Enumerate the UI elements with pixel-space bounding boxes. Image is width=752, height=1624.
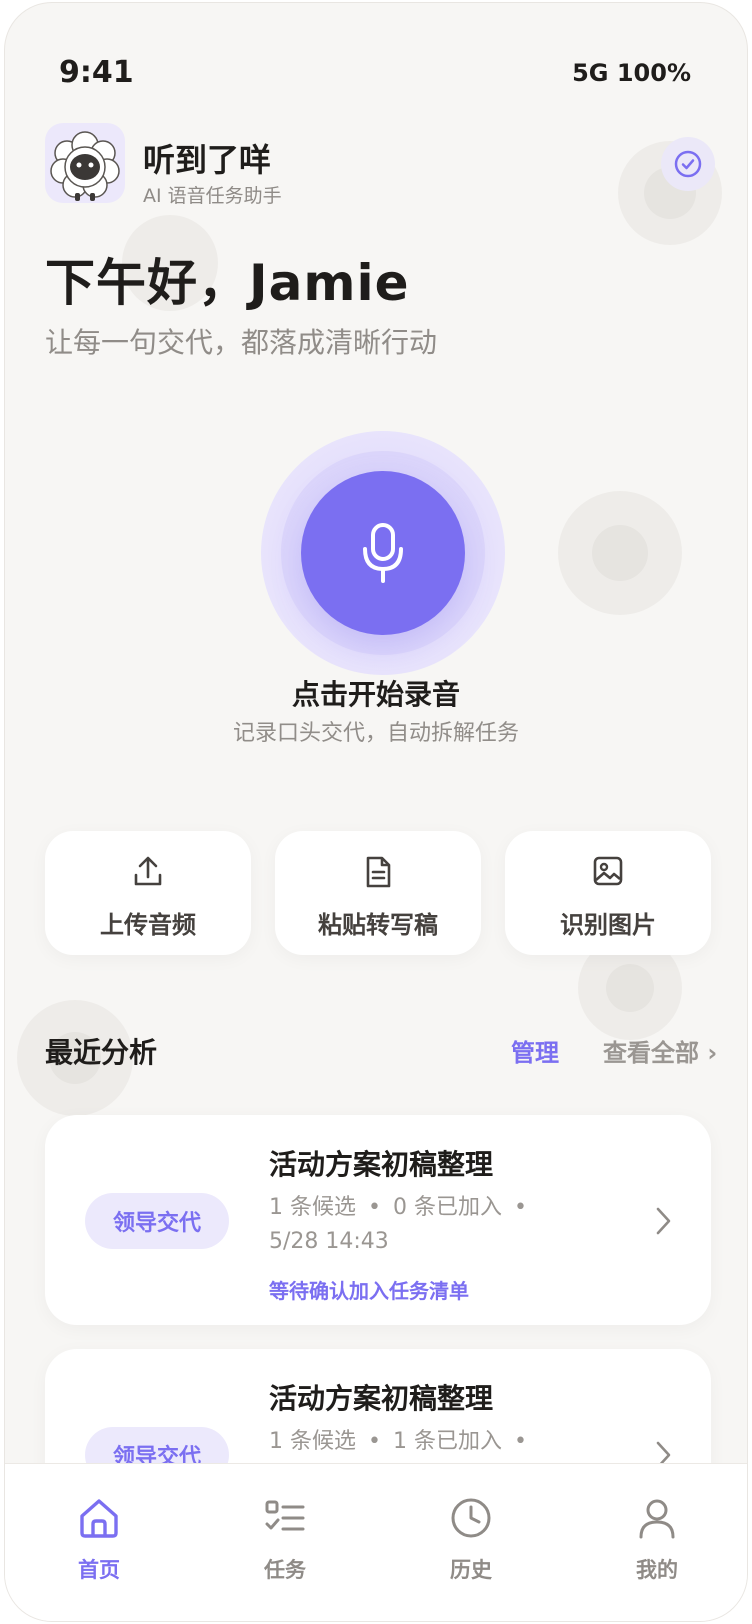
- added-count: 1 条已加入: [392, 1429, 502, 1454]
- app-name: 听到了咩: [143, 141, 272, 179]
- check-status-button[interactable]: [661, 137, 715, 191]
- tab-tasks-label: 任务: [264, 1558, 306, 1582]
- record-subtitle: 记录口头交代，自动拆解任务: [232, 721, 519, 746]
- chevron-right-icon: [656, 1207, 671, 1235]
- phone-screen: 9:41 5G 100% 听到了咩 AI 语音任务助手 下午好，Jamie 让每…: [4, 2, 748, 1622]
- tab-home-label: 首页: [78, 1558, 120, 1582]
- check-circle-icon: [674, 150, 702, 178]
- analysis-meta: 1 条候选 • 1 条已加入 •: [269, 1429, 527, 1454]
- upload-icon: [134, 856, 162, 886]
- user-icon: [639, 1499, 675, 1539]
- analysis-time: 5/28 14:43: [269, 1229, 389, 1254]
- category-tag: 领导交代: [85, 1193, 229, 1249]
- record-button[interactable]: [301, 471, 465, 635]
- home-icon: [80, 1499, 118, 1538]
- tab-history-label: 历史: [450, 1558, 492, 1582]
- recent-section-title: 最近分析: [45, 1036, 158, 1069]
- microphone-icon: [363, 523, 403, 583]
- pending-hint: 等待确认加入任务清单: [269, 1279, 469, 1303]
- manage-link[interactable]: 管理: [511, 1033, 559, 1068]
- record-button-halo: [261, 431, 505, 675]
- view-all-link[interactable]: 查看全部 ›: [603, 1033, 717, 1068]
- clock-icon: [451, 1498, 491, 1538]
- greeting-title: 下午好，Jamie: [45, 254, 410, 312]
- paste-transcript-label: 粘贴转写稿: [318, 911, 438, 939]
- analysis-title: 活动方案初稿整理: [269, 1382, 494, 1415]
- status-time: 9:41: [59, 55, 134, 90]
- app-header: 听到了咩 AI 语音任务助手: [45, 123, 715, 207]
- tab-tasks[interactable]: 任务: [235, 1496, 335, 1584]
- tab-profile-label: 我的: [636, 1558, 678, 1582]
- bottom-tab-bar: 首页 任务 历史 我的: [5, 1463, 747, 1621]
- sheep-avatar-icon: [45, 123, 125, 203]
- analysis-card[interactable]: 领导交代 活动方案初稿整理 1 条候选 • 0 条已加入 • 5/28 14:43 等…: [45, 1115, 711, 1325]
- analysis-meta: 1 条候选 • 0 条已加入 • 5/28 14:43: [269, 1195, 527, 1254]
- added-count: 0 条已加入: [392, 1195, 502, 1220]
- upload-audio-label: 上传音频: [100, 911, 196, 939]
- tab-home[interactable]: 首页: [49, 1496, 149, 1584]
- recognize-image-label: 识别图片: [560, 911, 656, 939]
- task-list-icon: [265, 1500, 305, 1531]
- tab-history[interactable]: 历史: [421, 1496, 521, 1584]
- status-network-battery: 5G 100%: [572, 59, 691, 87]
- analysis-title: 活动方案初稿整理: [269, 1148, 494, 1181]
- image-icon: [593, 856, 623, 886]
- record-title: 点击开始录音: [291, 678, 460, 711]
- status-bar: 9:41 5G 100%: [5, 3, 747, 113]
- greeting-subtitle: 让每一句交代，都落成清晰行动: [45, 326, 438, 359]
- sheep-decoration-icon: [558, 491, 682, 615]
- document-icon: [366, 856, 391, 888]
- recognize-image-button[interactable]: 识别图片: [505, 831, 711, 955]
- upload-audio-button[interactable]: 上传音频: [45, 831, 251, 955]
- candidates-count: 1 条候选: [269, 1429, 356, 1454]
- paste-transcript-button[interactable]: 粘贴转写稿: [275, 831, 481, 955]
- tab-profile[interactable]: 我的: [607, 1496, 707, 1584]
- app-subtitle: AI 语音任务助手: [143, 185, 282, 207]
- candidates-count: 1 条候选: [269, 1195, 356, 1220]
